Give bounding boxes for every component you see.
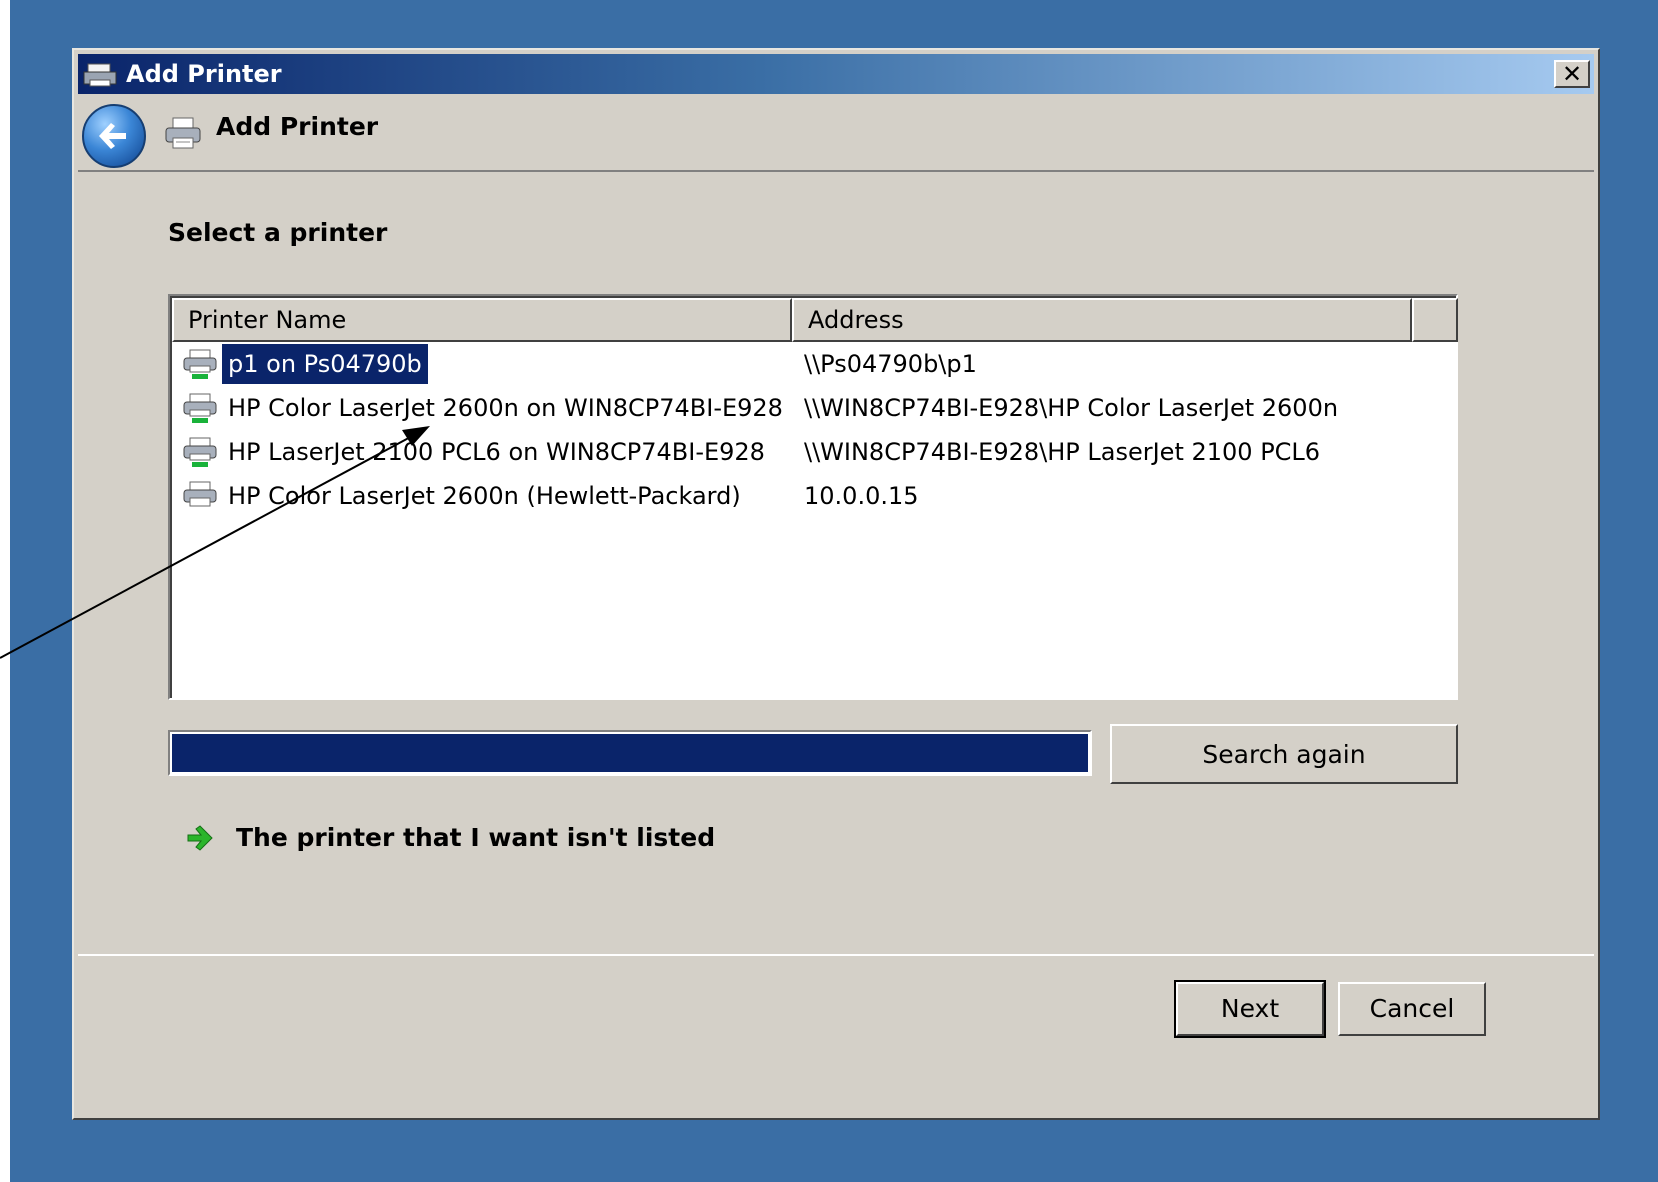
list-item[interactable]: p1 on Ps04790b \\Ps04790b\p1 (172, 342, 1456, 386)
green-arrow-icon (184, 822, 216, 858)
printer-title-icon (82, 60, 122, 100)
column-header-address[interactable]: Address (792, 298, 1412, 342)
column-header-filler (1412, 298, 1458, 342)
printer-name: HP Color LaserJet 2600n on WIN8CP74BI-E9… (228, 394, 783, 422)
search-progress-fill (172, 734, 1088, 772)
list-item[interactable]: HP Color LaserJet 2600n (Hewlett-Packard… (172, 474, 1456, 518)
wizard-title: Add Printer (216, 112, 379, 141)
printer-address: \\WIN8CP74BI-E928\HP Color LaserJet 2600… (804, 394, 1339, 422)
window-title: Add Printer (126, 60, 282, 88)
back-button[interactable] (82, 104, 146, 168)
printer-name: p1 on Ps04790b (222, 344, 428, 384)
back-arrow-icon (99, 123, 126, 149)
close-button[interactable]: ✕ (1554, 60, 1590, 88)
page-heading: Select a printer (168, 218, 388, 247)
search-again-button[interactable]: Search again (1110, 724, 1458, 784)
printer-name: HP LaserJet 2100 PCL6 on WIN8CP74BI-E928 (228, 438, 765, 466)
cancel-button[interactable]: Cancel (1338, 982, 1486, 1036)
next-button[interactable]: Next (1174, 980, 1326, 1038)
add-printer-window: Add Printer ✕ Add Printer Select a print… (72, 48, 1600, 1120)
printer-list[interactable]: Printer Name Address p1 on Ps04790b \\Ps… (168, 294, 1458, 700)
column-header-printer-name[interactable]: Printer Name (172, 298, 792, 342)
list-item[interactable]: HP LaserJet 2100 PCL6 on WIN8CP74BI-E928… (172, 430, 1456, 474)
printer-icon (164, 116, 202, 154)
search-progress-bar (168, 730, 1092, 776)
desktop-edge (0, 0, 10, 1182)
printer-address: 10.0.0.15 (804, 482, 919, 510)
list-item[interactable]: HP Color LaserJet 2600n on WIN8CP74BI-E9… (172, 386, 1456, 430)
printer-address: \\WIN8CP74BI-E928\HP LaserJet 2100 PCL6 (804, 438, 1321, 466)
wizard-content: Select a printer Printer Name Address p1… (78, 170, 1594, 956)
printer-icon (182, 480, 218, 526)
title-bar[interactable]: Add Printer ✕ (78, 54, 1594, 94)
not-listed-label: The printer that I want isn't listed (236, 823, 716, 852)
printer-rows: p1 on Ps04790b \\Ps04790b\p1 HP Color La… (172, 342, 1456, 518)
list-header: Printer Name Address (172, 298, 1458, 342)
printer-name: HP Color LaserJet 2600n (Hewlett-Packard… (228, 482, 741, 510)
printer-address: \\Ps04790b\p1 (804, 350, 977, 378)
